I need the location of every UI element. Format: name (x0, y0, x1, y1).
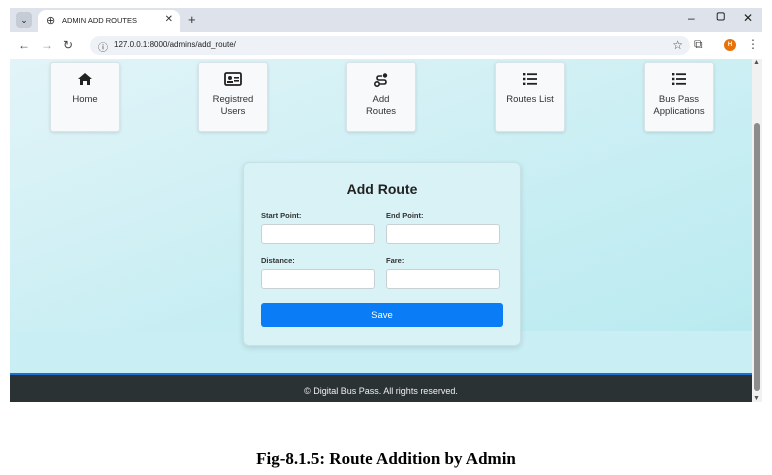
nav-card-home[interactable]: Home (50, 62, 120, 132)
minimize-icon[interactable]: – (688, 11, 695, 25)
forward-arrow-icon[interactable]: → (41, 38, 53, 52)
nav-card-routes-list[interactable]: Routes List (495, 62, 565, 132)
tab-title: ADMIN ADD ROUTES (62, 16, 138, 25)
window-close-icon[interactable]: ✕ (743, 11, 753, 25)
end-point-label: End Point: (386, 211, 424, 220)
reload-icon[interactable]: ↻ (63, 38, 73, 52)
plus-icon[interactable]: + (188, 12, 196, 27)
save-button[interactable]: Save (261, 303, 503, 327)
puzzle-icon[interactable]: ⧉ (694, 37, 703, 52)
home-icon (51, 72, 119, 90)
list-icon (645, 72, 713, 90)
start-point-label: Start Point: (261, 211, 302, 220)
list-icon (496, 72, 564, 90)
start-point-input[interactable] (261, 224, 375, 244)
address-bar[interactable]: ⓘ 127.0.0.1:8000/admins/add_route/ ☆ (90, 36, 690, 55)
page-scrollbar[interactable]: ▲ ▼ (752, 59, 762, 402)
nav-card-add-routes[interactable]: Add Routes (346, 62, 416, 132)
star-icon[interactable]: ☆ (672, 38, 683, 52)
fare-label: Fare: (386, 256, 405, 265)
footer-text: © Digital Bus Pass. All rights reserved. (304, 386, 458, 396)
nav-card-registered-users[interactable]: Registred Users (198, 62, 268, 132)
nav-label-add-routes: Add Routes (365, 94, 397, 117)
chevron-down-icon[interactable]: ⌄ (16, 12, 32, 28)
globe-icon: ⊕ (46, 15, 56, 27)
tab-bar: ⌄ ⊕ ADMIN ADD ROUTES ✕ + – ▢ ✕ (10, 8, 762, 32)
page-viewport: Home Registred Users Add Routes Routes L… (10, 59, 752, 402)
nav-label-bus-pass-applications: Bus Pass Applications (653, 94, 705, 117)
browser-tab[interactable]: ⊕ ADMIN ADD ROUTES ✕ (38, 10, 180, 32)
nav-card-bus-pass-applications[interactable]: Bus Pass Applications (644, 62, 714, 132)
kebab-menu-icon[interactable]: ⋮ (747, 37, 759, 51)
end-point-input[interactable] (386, 224, 500, 244)
info-icon[interactable]: ⓘ (98, 39, 108, 54)
nav-label-routes-list: Routes List (506, 94, 554, 105)
page-footer: © Digital Bus Pass. All rights reserved. (10, 373, 752, 402)
distance-input[interactable] (261, 269, 375, 289)
avatar[interactable]: H (724, 39, 736, 51)
fare-input[interactable] (386, 269, 500, 289)
add-route-form: Add Route Start Point: End Point: Distan… (243, 162, 521, 346)
back-arrow-icon[interactable]: ← (18, 38, 30, 52)
figure-caption: Fig-8.1.5: Route Addition by Admin (256, 449, 516, 468)
browser-toolbar: ← → ↻ ⓘ 127.0.0.1:8000/admins/add_route/… (10, 32, 762, 60)
form-title: Add Route (346, 181, 418, 197)
close-icon[interactable]: ✕ (165, 14, 173, 25)
scroll-down-icon[interactable]: ▼ (753, 395, 760, 402)
scroll-thumb[interactable] (754, 123, 760, 391)
nav-label-registered-users: Registred Users (212, 94, 254, 117)
restore-icon[interactable]: ▢ (716, 11, 725, 22)
distance-label: Distance: (261, 256, 295, 265)
route-icon (347, 72, 415, 90)
scroll-up-icon[interactable]: ▲ (753, 59, 760, 66)
url-text[interactable]: 127.0.0.1:8000/admins/add_route/ (114, 40, 236, 49)
id-card-icon (199, 72, 267, 90)
nav-label-home: Home (72, 94, 98, 105)
